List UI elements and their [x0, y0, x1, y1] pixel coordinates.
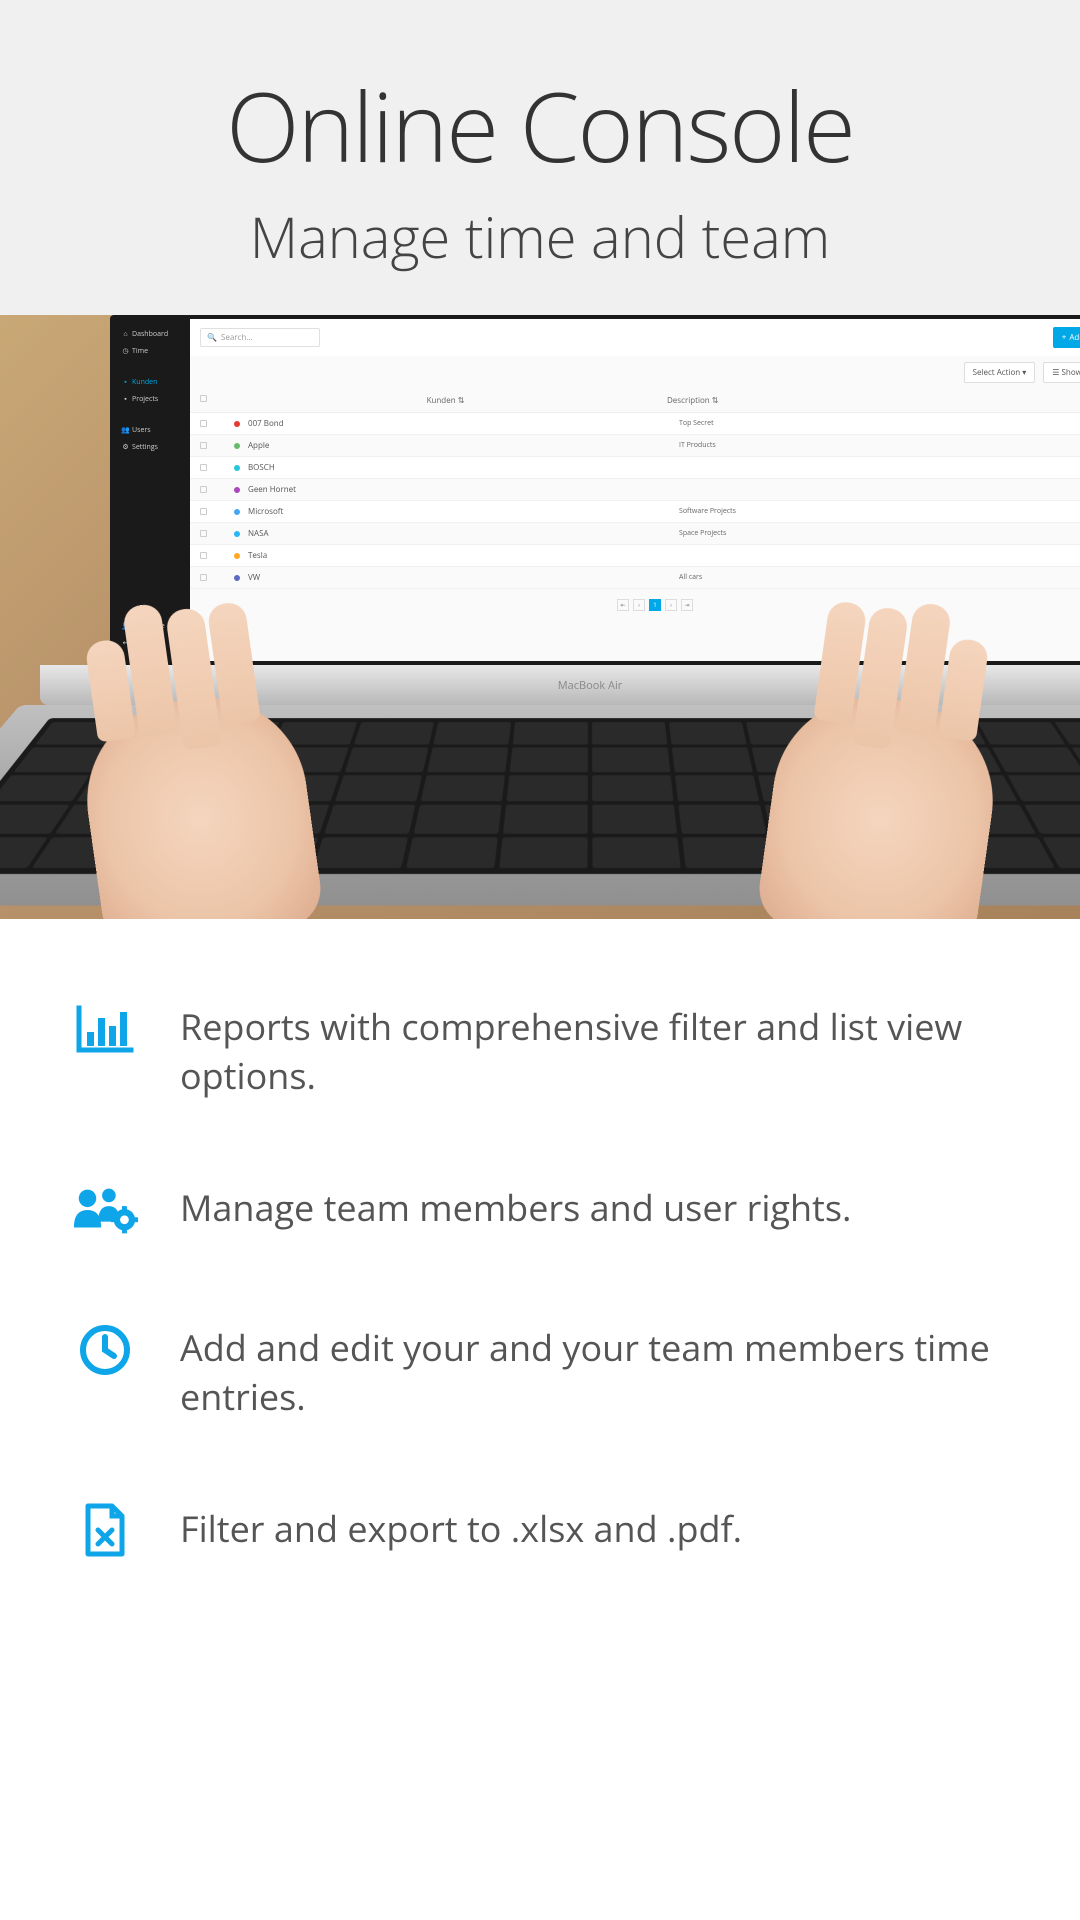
color-dot — [234, 553, 240, 559]
plus-icon: + — [1062, 332, 1067, 343]
table-row[interactable]: NASASpace Projects — [190, 523, 1080, 545]
row-checkbox[interactable] — [200, 464, 207, 471]
search-icon: 🔍 — [207, 332, 217, 343]
table-row[interactable]: VWAll cars — [190, 567, 1080, 589]
page-first[interactable]: ⇤ — [617, 599, 629, 611]
team-gear-icon — [70, 1180, 140, 1240]
feature-time: Add and edit your and your team members … — [70, 1320, 1010, 1421]
color-dot — [234, 443, 240, 449]
show-archive-button[interactable]: ☰ Show Arch — [1043, 362, 1080, 383]
sidebar-label: Users — [132, 426, 151, 435]
row-checkbox[interactable] — [200, 420, 207, 427]
feature-reports: Reports with comprehensive filter and li… — [70, 999, 1010, 1100]
cell-name: VW — [248, 572, 679, 583]
feature-text: Reports with comprehensive filter and li… — [180, 999, 1010, 1100]
search-placeholder: Search... — [221, 332, 253, 343]
table-row[interactable]: Tesla — [190, 545, 1080, 567]
sidebar-label: Dashboard — [132, 330, 168, 339]
home-icon: ⌂ — [122, 331, 129, 338]
cell-name: BOSCH — [248, 462, 679, 473]
table-row[interactable]: AppleIT Products — [190, 435, 1080, 457]
row-checkbox[interactable] — [200, 486, 207, 493]
sidebar-item-projects[interactable]: ▪ Projects — [120, 392, 184, 407]
row-checkbox[interactable] — [200, 508, 207, 515]
clock-icon: ◷ — [122, 348, 129, 355]
chevron-down-icon: ▾ — [1022, 367, 1026, 378]
sidebar-label: Kunden — [132, 378, 157, 387]
cell-name: Apple — [248, 440, 679, 451]
list-icon: ▪ — [122, 396, 129, 403]
cell-desc: Software Projects — [679, 507, 1080, 516]
feature-team: Manage team members and user rights. — [70, 1180, 1010, 1240]
column-header-name[interactable]: Kunden ⇅ — [224, 395, 667, 406]
gear-icon: ⚙ — [122, 444, 129, 451]
cell-name: Tesla — [248, 550, 679, 561]
sidebar-label: Time — [132, 347, 148, 356]
row-checkbox[interactable] — [200, 530, 207, 537]
bar-chart-icon — [70, 999, 140, 1059]
page-1[interactable]: 1 — [649, 599, 661, 611]
users-icon: 👥 — [122, 427, 129, 434]
row-checkbox[interactable] — [200, 442, 207, 449]
page-prev[interactable]: ‹ — [633, 599, 645, 611]
hero-header: Online Console Manage time and team — [0, 0, 1080, 315]
cell-name: 007 Bond — [248, 418, 679, 429]
list-icon: ▪ — [122, 379, 129, 386]
feature-export: Filter and export to .xlsx and .pdf. — [70, 1501, 1010, 1561]
table-row[interactable]: 007 BondTop Secret — [190, 413, 1080, 435]
color-dot — [234, 487, 240, 493]
sidebar-label: Settings — [132, 443, 158, 452]
add-button[interactable]: + Add Kun — [1053, 327, 1080, 348]
feature-text: Filter and export to .xlsx and .pdf. — [180, 1501, 742, 1554]
search-input[interactable]: 🔍 Search... — [200, 328, 320, 347]
file-excel-icon — [70, 1501, 140, 1561]
laptop-photo: ⌂ Dashboard ◷ Time ▪ Kunden ▪ — [0, 315, 1080, 919]
column-header-desc[interactable]: Description ⇅ — [667, 395, 1080, 406]
select-all-checkbox[interactable] — [200, 395, 207, 402]
color-dot — [234, 509, 240, 515]
sidebar-item-dashboard[interactable]: ⌂ Dashboard — [120, 327, 184, 342]
select-action-dropdown[interactable]: Select Action ▾ — [964, 362, 1036, 383]
table-row[interactable]: Geen Hornet — [190, 479, 1080, 501]
features-list: Reports with comprehensive filter and li… — [0, 919, 1080, 1721]
feature-text: Manage team members and user rights. — [180, 1180, 851, 1233]
cell-name: Microsoft — [248, 506, 679, 517]
cell-desc: All cars — [679, 573, 1080, 582]
color-dot — [234, 575, 240, 581]
sidebar-item-time[interactable]: ◷ Time — [120, 344, 184, 359]
color-dot — [234, 531, 240, 537]
page-next[interactable]: › — [665, 599, 677, 611]
archive-icon: ☰ — [1052, 367, 1061, 378]
color-dot — [234, 421, 240, 427]
row-checkbox[interactable] — [200, 552, 207, 559]
cell-name: Geen Hornet — [248, 484, 679, 495]
table-row[interactable]: MicrosoftSoftware Projects — [190, 501, 1080, 523]
feature-text: Add and edit your and your team members … — [180, 1320, 1010, 1421]
row-checkbox[interactable] — [200, 574, 207, 581]
table-header: Kunden ⇅ Description ⇅ — [190, 389, 1080, 413]
sidebar-item-users[interactable]: 👥 Users — [120, 423, 184, 438]
clock-circle-icon — [70, 1320, 140, 1380]
table-body: 007 BondTop SecretAppleIT ProductsBOSCHG… — [190, 413, 1080, 589]
sidebar-item-kunden[interactable]: ▪ Kunden — [120, 375, 184, 390]
sidebar-label: Projects — [132, 395, 158, 404]
table-row[interactable]: BOSCH — [190, 457, 1080, 479]
app-main: 🔍 Search... + Add Kun Select Action ▾ — [190, 319, 1080, 661]
cell-desc: IT Products — [679, 441, 1080, 450]
cell-name: NASA — [248, 528, 679, 539]
hero-subtitle: Manage time and team — [0, 199, 1080, 275]
page-last[interactable]: ⇥ — [681, 599, 693, 611]
color-dot — [234, 465, 240, 471]
hero-title: Online Console — [0, 60, 1080, 191]
cell-desc: Space Projects — [679, 529, 1080, 538]
cell-desc: Top Secret — [679, 419, 1080, 428]
sidebar-item-settings[interactable]: ⚙ Settings — [120, 440, 184, 455]
